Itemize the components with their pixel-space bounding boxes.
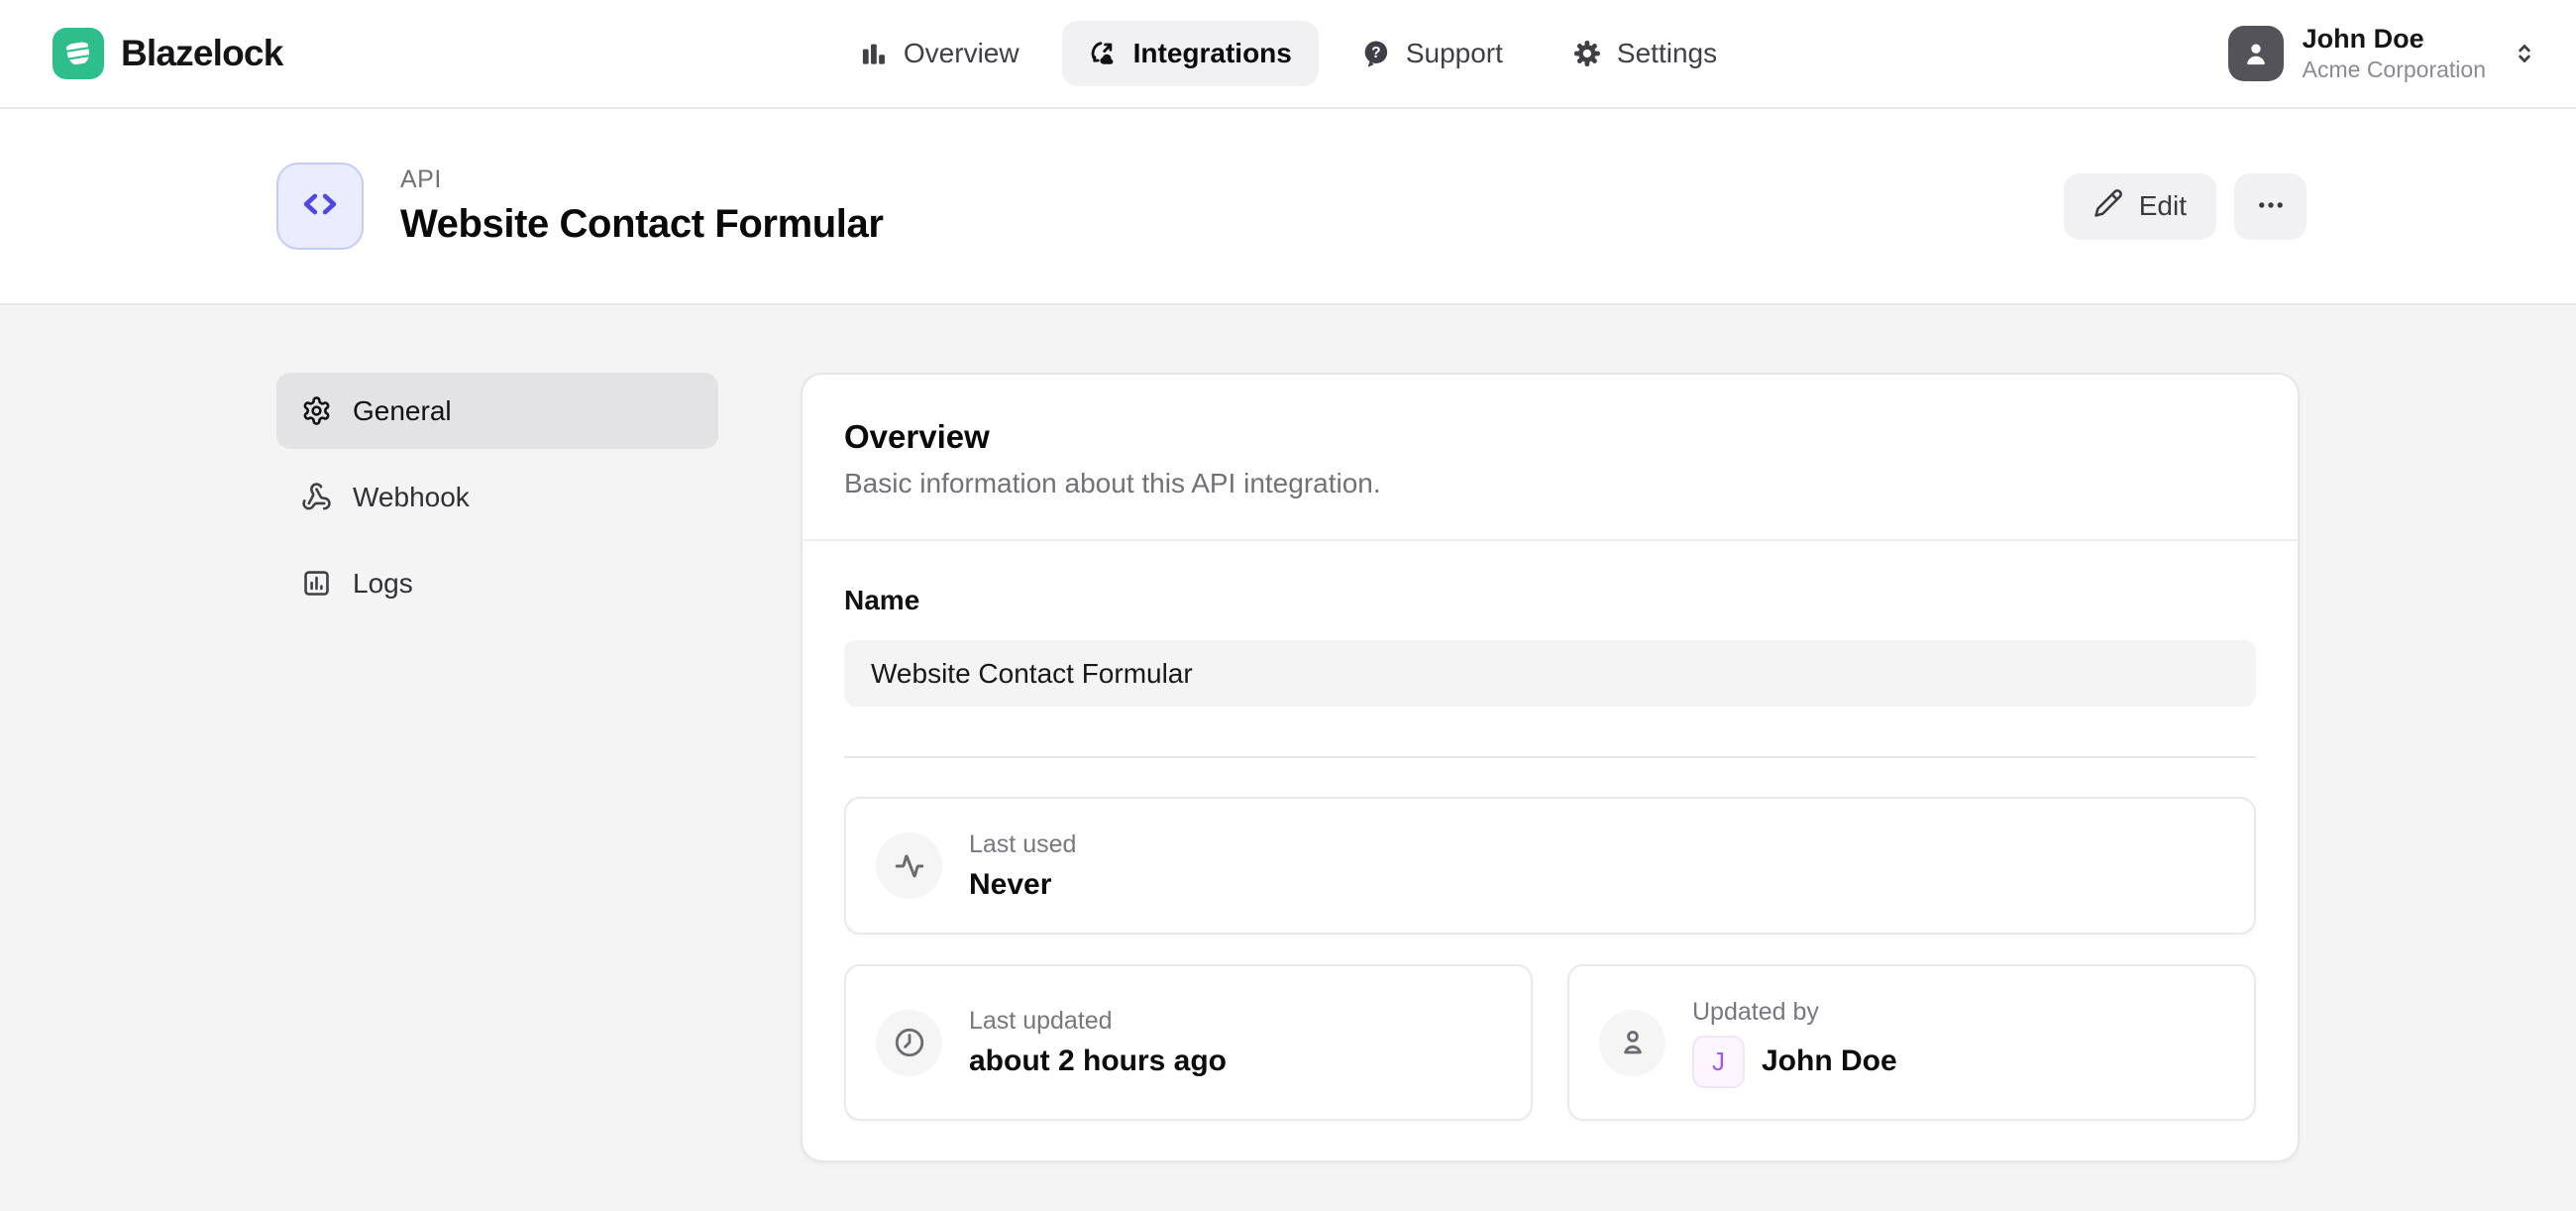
page-header-left: API Website Contact Formular: [276, 163, 884, 250]
updated-by-card: Updated by J John Doe: [1567, 964, 2256, 1121]
chevrons-up-down-icon: [2511, 40, 2538, 67]
nav-item-label: Overview: [904, 38, 1020, 69]
page-header: API Website Contact Formular Edit: [0, 109, 2576, 305]
sidebar-item-label: Logs: [353, 568, 413, 600]
gear-outline-icon: [301, 395, 332, 426]
edit-button[interactable]: Edit: [2064, 173, 2216, 240]
sidebar-item-general[interactable]: General: [276, 373, 718, 449]
more-actions-button[interactable]: [2234, 173, 2307, 240]
clock-icon: [876, 1010, 942, 1076]
updated-by-label: Updated by: [1692, 998, 1897, 1027]
top-nav: Overview Integrations: [832, 0, 1744, 107]
api-badge: [276, 163, 364, 250]
brand[interactable]: Blazelock: [53, 28, 283, 79]
svg-text:?: ?: [1371, 45, 1381, 61]
activity-icon: [876, 832, 942, 899]
user-org: Acme Corporation: [2303, 56, 2486, 84]
edit-button-label: Edit: [2139, 190, 2187, 222]
pencil-icon: [2093, 188, 2123, 225]
last-updated-value: about 2 hours ago: [969, 1045, 1227, 1078]
updated-by-value: John Doe: [1762, 1045, 1897, 1078]
bar-chart-icon: [859, 39, 889, 68]
user-menu[interactable]: John Doe Acme Corporation: [2228, 23, 2538, 84]
sidebar-item-label: Webhook: [353, 482, 470, 513]
gear-icon: [1572, 39, 1602, 68]
card-subtitle: Basic information about this API integra…: [844, 468, 2256, 499]
integrations-icon: [1089, 39, 1119, 68]
last-used-label: Last used: [969, 830, 1076, 859]
overview-card-body: Name Last used Never: [803, 541, 2298, 1160]
sidebar-item-logs[interactable]: Logs: [276, 545, 718, 621]
question-bubble-icon: ?: [1361, 39, 1391, 68]
nav-item-overview[interactable]: Overview: [832, 21, 1046, 86]
name-field-label: Name: [844, 585, 2256, 616]
settings-sidebar: General Webhook: [276, 373, 718, 621]
updated-by-avatar: J: [1692, 1036, 1745, 1088]
overview-card-header: Overview Basic information about this AP…: [803, 375, 2298, 541]
nav-item-label: Settings: [1617, 38, 1717, 69]
brand-logo-icon: [53, 28, 104, 79]
last-used-card: Last used Never: [844, 797, 2256, 935]
overview-card: Overview Basic information about this AP…: [801, 373, 2300, 1162]
last-updated-card: Last updated about 2 hours ago: [844, 964, 1533, 1121]
topbar: Blazelock Overview: [0, 0, 2576, 109]
sidebar-item-webhook[interactable]: Webhook: [276, 459, 718, 535]
person-icon: [1599, 1010, 1665, 1076]
webhook-icon: [301, 482, 332, 512]
stat-row: Last updated about 2 hours ago Up: [844, 964, 2256, 1121]
nav-item-label: Integrations: [1133, 38, 1292, 69]
last-updated-label: Last updated: [969, 1007, 1227, 1036]
section-divider: [844, 756, 2256, 758]
code-icon: [298, 182, 342, 231]
resource-type-label: API: [400, 165, 884, 194]
brand-name: Blazelock: [121, 33, 283, 74]
app-root: Blazelock Overview: [0, 0, 2576, 1211]
card-title: Overview: [844, 418, 2256, 456]
nav-item-settings[interactable]: Settings: [1546, 21, 1744, 86]
page-header-text: API Website Contact Formular: [400, 165, 884, 247]
name-input[interactable]: [844, 640, 2256, 707]
user-meta: John Doe Acme Corporation: [2303, 23, 2486, 84]
nav-item-label: Support: [1406, 38, 1503, 69]
nav-item-integrations[interactable]: Integrations: [1062, 21, 1319, 86]
page-header-actions: Edit: [2064, 173, 2307, 240]
last-used-value: Never: [969, 868, 1076, 902]
nav-item-support[interactable]: ? Support: [1335, 21, 1530, 86]
page-title: Website Contact Formular: [400, 202, 884, 247]
logs-chart-icon: [301, 568, 332, 599]
user-name: John Doe: [2303, 23, 2486, 55]
sidebar-item-label: General: [353, 395, 452, 427]
page-body: General Webhook: [0, 305, 2576, 1211]
ellipsis-icon: [2254, 188, 2288, 225]
user-avatar: [2228, 26, 2284, 81]
